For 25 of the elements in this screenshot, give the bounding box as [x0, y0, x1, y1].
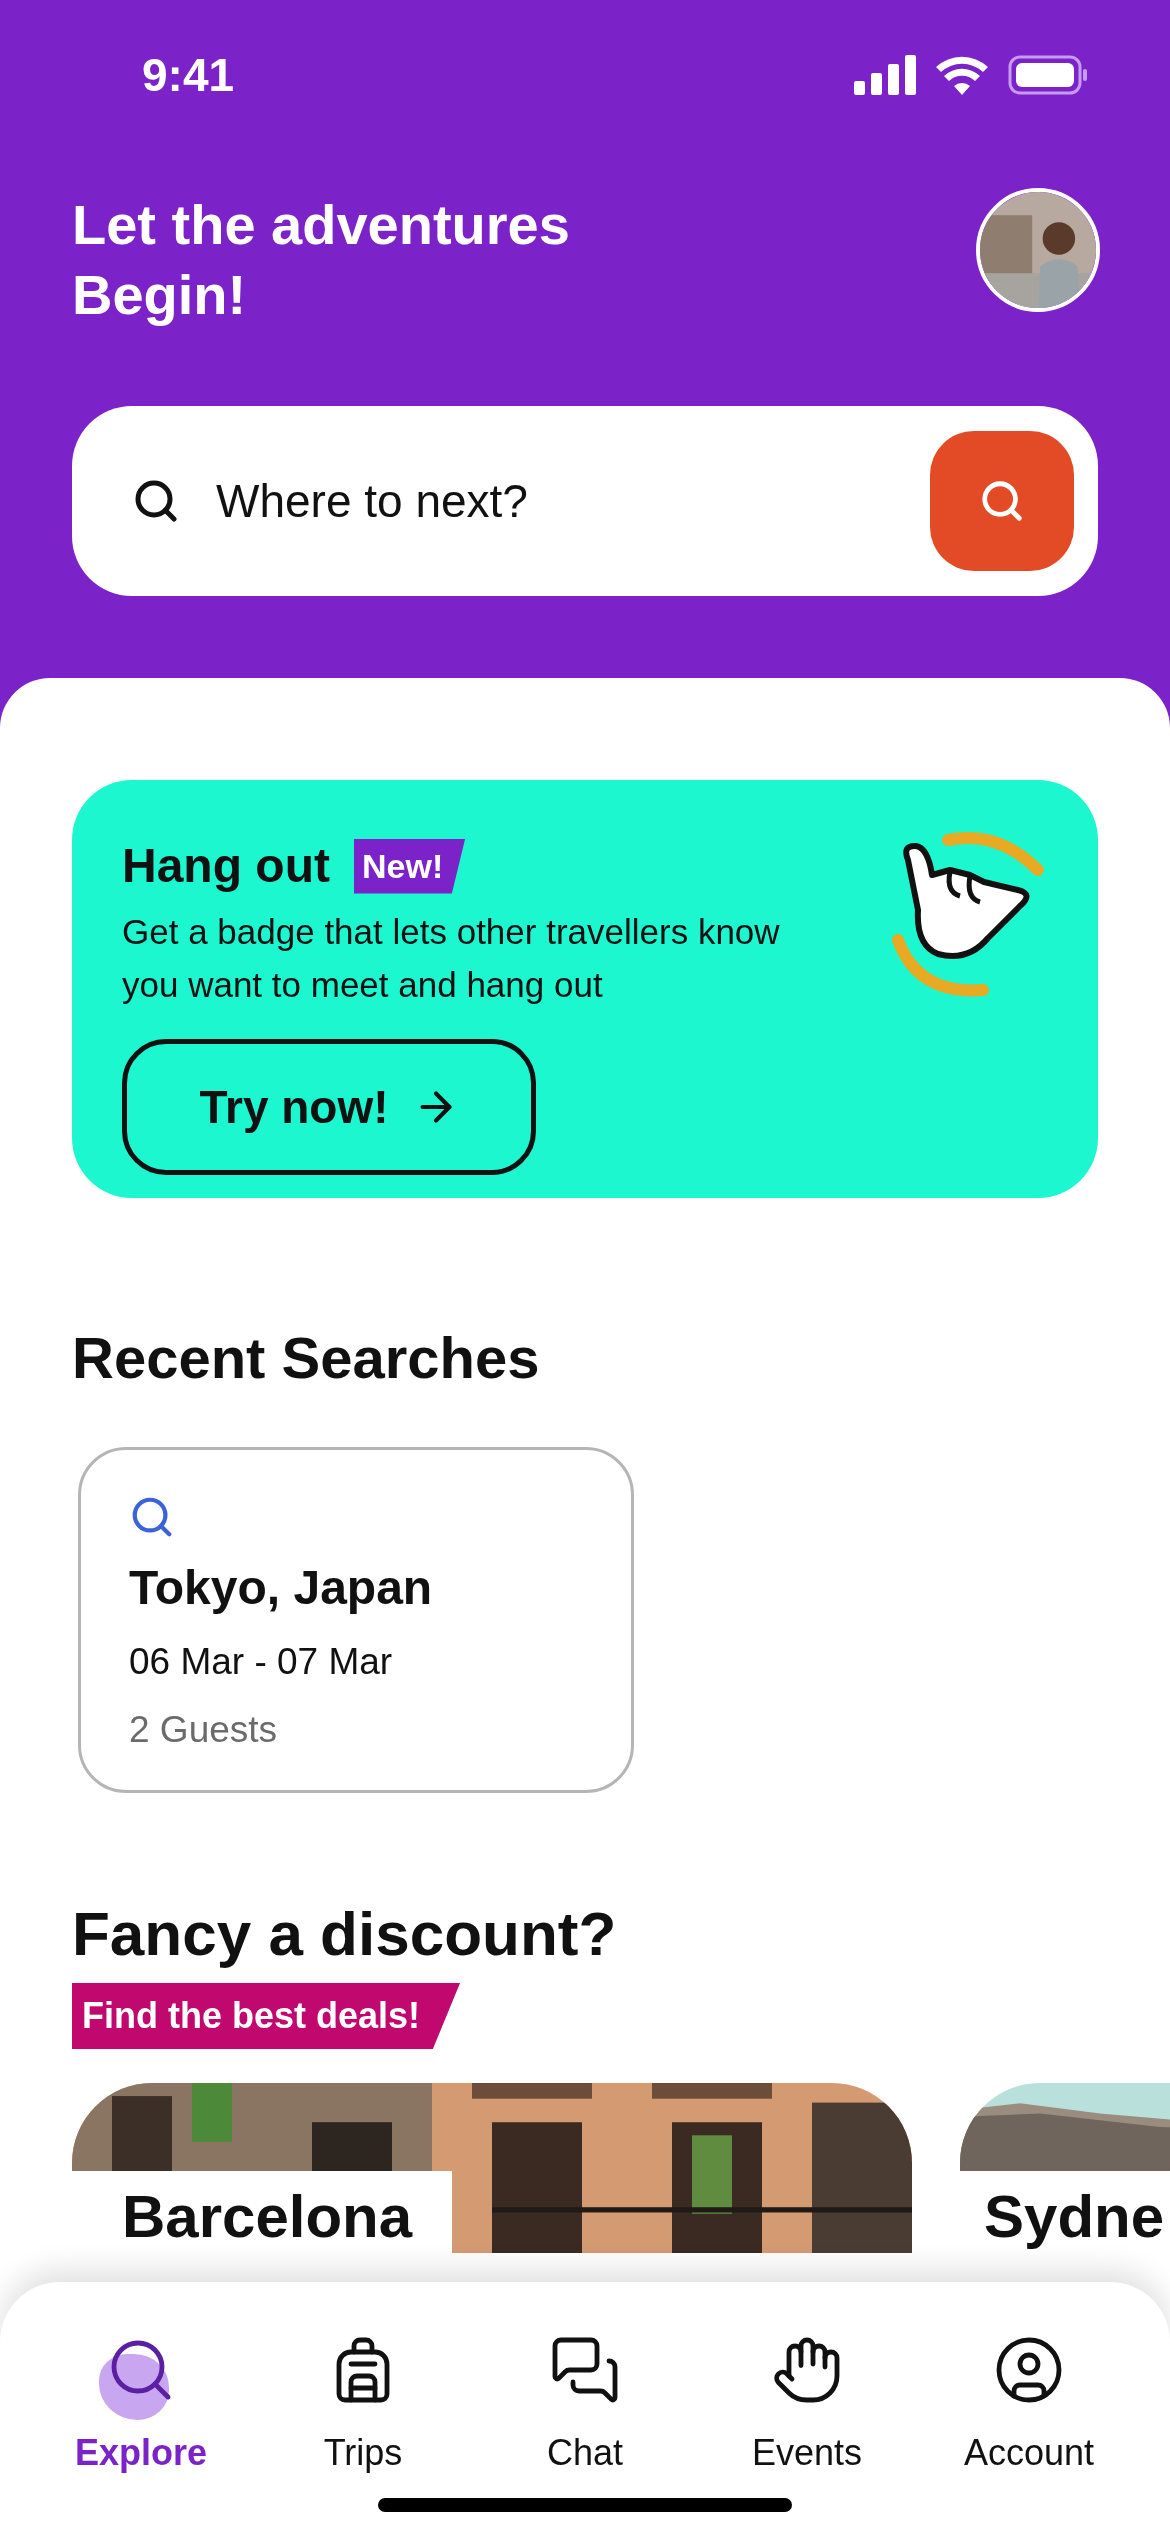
- place-name: Tokyo, Japan: [129, 1560, 434, 1616]
- deals-tag: Find the best deals!: [72, 1983, 461, 2049]
- promo-description: Get a badge that lets other travellers know you want to meet and hang out: [122, 911, 781, 1006]
- new-tag: New!: [353, 838, 466, 894]
- tab-item[interactable]: Events: [707, 2334, 907, 2484]
- guest-count: 2 Guests: [129, 1707, 279, 1752]
- section-title: Recent Searches: [72, 1324, 541, 1392]
- promo-title: Hang out: [122, 838, 330, 894]
- battery-icon: [1008, 55, 1088, 95]
- search-input[interactable]: Where to next?: [216, 466, 930, 536]
- tab-item[interactable]: Explore: [41, 2334, 241, 2484]
- date-range: 06 Mar - 07 Mar: [129, 1640, 394, 1684]
- search-bar[interactable]: Where to next?: [72, 406, 1098, 596]
- search-icon: [979, 478, 1025, 524]
- tab-item[interactable]: Chat: [485, 2334, 685, 2484]
- tab-item[interactable]: Account: [929, 2334, 1129, 2484]
- page-title: Let the adventures Begin!: [72, 192, 571, 328]
- status-time: 9:41: [142, 47, 235, 103]
- tab-item[interactable]: Trips: [263, 2334, 463, 2484]
- recent-search-card[interactable]: Tokyo, Japan 06 Mar - 07 Mar 2 Guests: [78, 1447, 634, 1793]
- search-button[interactable]: [930, 431, 1074, 571]
- try-now-button[interactable]: Try now!: [122, 1039, 536, 1175]
- destination-name: Barcelona: [72, 2171, 452, 2253]
- signal-icon: [854, 55, 916, 95]
- wifi-icon: [936, 55, 988, 95]
